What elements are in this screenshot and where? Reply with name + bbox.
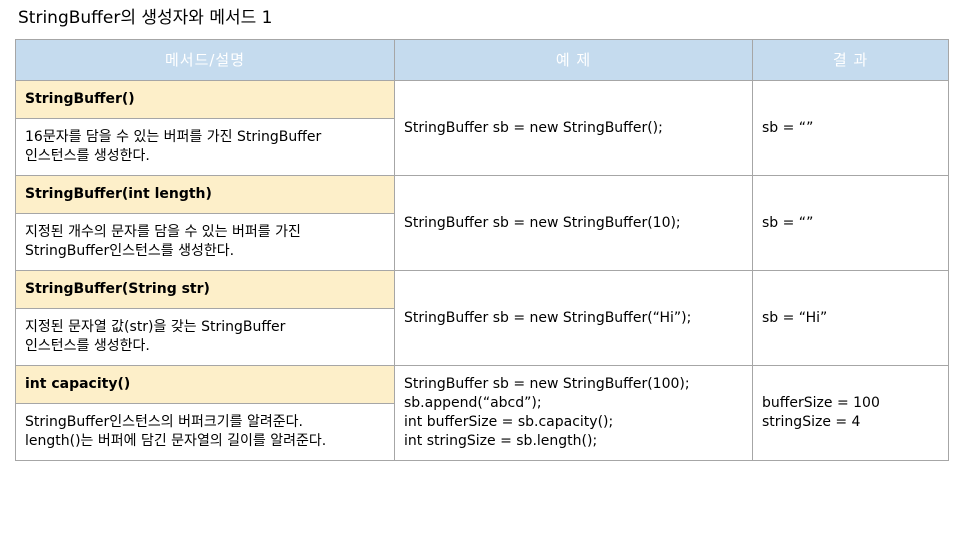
header-example: 예 제 [394,39,753,81]
method-signature: StringBuffer(String str) [15,270,395,309]
method-table: 메서드/설명 예 제 결 과 StringBuffer() StringBuff… [15,39,949,461]
example-code: StringBuffer sb = new StringBuffer(“Hi”)… [394,270,753,366]
method-description: 지정된 문자열 값(str)을 갖는 StringBuffer 인스턴스를 생성… [15,308,395,366]
result-value: sb = “” [752,175,949,271]
example-code: StringBuffer sb = new StringBuffer(); [394,80,753,176]
method-description: 지정된 개수의 문자를 담을 수 있는 버퍼를 가진 StringBuffer인… [15,213,395,271]
method-signature: StringBuffer() [15,80,395,119]
header-result: 결 과 [752,39,949,81]
method-description: 16문자를 담을 수 있는 버퍼를 가진 StringBuffer 인스턴스를 … [15,118,395,176]
method-signature: StringBuffer(int length) [15,175,395,214]
table-row: StringBuffer(int length) StringBuffer sb… [15,175,949,271]
slide-title: StringBuffer의 생성자와 메서드 1 [18,8,273,28]
example-code: StringBuffer sb = new StringBuffer(100);… [394,365,753,461]
table-row: StringBuffer() StringBuffer sb = new Str… [15,80,949,176]
header-method: 메서드/설명 [15,39,395,81]
table-row: StringBuffer(String str) StringBuffer sb… [15,270,949,366]
table-row: int capacity() StringBuffer sb = new Str… [15,365,949,461]
result-value: bufferSize = 100 stringSize = 4 [752,365,949,461]
method-description: StringBuffer인스턴스의 버퍼크기를 알려준다. length()는 … [15,403,395,461]
method-signature: int capacity() [15,365,395,404]
example-code: StringBuffer sb = new StringBuffer(10); [394,175,753,271]
result-value: sb = “” [752,80,949,176]
result-value: sb = “Hi” [752,270,949,366]
header-row: 메서드/설명 예 제 결 과 [15,39,949,81]
